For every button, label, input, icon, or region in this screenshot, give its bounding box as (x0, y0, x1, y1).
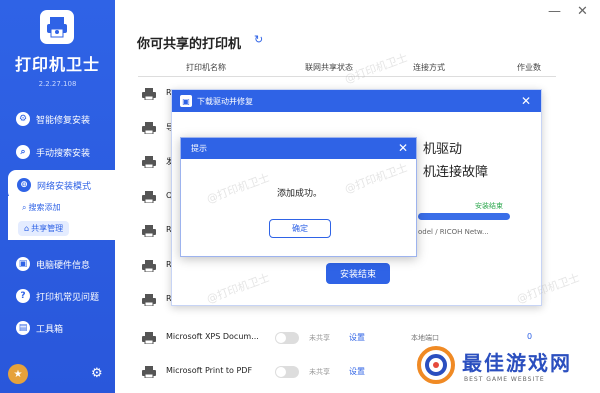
subnav-label: 搜索添加 (28, 203, 61, 212)
close-icon[interactable]: ✕ (521, 94, 531, 108)
printer-icon (142, 366, 156, 378)
printer-icon (142, 332, 156, 344)
nav-manual-search[interactable]: ⌕ 手动搜索安装 (0, 137, 115, 167)
printer-icon (142, 191, 156, 203)
printer-icon (142, 225, 156, 237)
install-finish-button[interactable]: 安装结束 (326, 263, 390, 284)
dialog-title: 下载驱动并修复 (197, 96, 253, 106)
printer-logo-icon (47, 17, 67, 38)
printer-icon (142, 88, 156, 100)
close-window-icon[interactable]: ✕ (577, 4, 588, 19)
settings-gear-icon[interactable]: ⚙ (91, 366, 103, 381)
connection-line: 机连接故障 (423, 165, 489, 180)
printer-model: odel / RICOH Netw... (418, 228, 489, 236)
printer-icon (142, 260, 156, 272)
brand-name: 最佳游戏网 (462, 351, 572, 375)
nav-label: 打印机常见问题 (36, 292, 100, 303)
job-count: 0 (527, 332, 533, 341)
progress-bar (418, 213, 510, 220)
nav-hardware-info[interactable]: ▣ 电脑硬件信息 (0, 249, 115, 279)
col-printer-name: 打印机名称 (186, 63, 226, 72)
nav-label: 电脑硬件信息 (36, 260, 91, 271)
subnav-label: 共享管理 (31, 224, 64, 233)
toolbox-icon: ▤ (16, 321, 30, 335)
driver-line: 机驱动 (423, 142, 463, 157)
network-icon: ⊕ (17, 178, 31, 192)
share-icon: ⌂ (24, 224, 30, 233)
brand-watermark: 最佳游戏网 BEST GAME WEBSITE (416, 341, 600, 393)
settings-link[interactable]: 设置 (349, 332, 365, 343)
col-connection: 连接方式 (413, 63, 445, 72)
page-title: 你可共享的打印机 (137, 37, 242, 52)
main-panel: — ✕ 你可共享的打印机 ↻ 打印机名称 联网共享状态 连接方式 作业数 R导发… (115, 0, 600, 393)
nav-label: 网络安装模式 (37, 181, 92, 192)
sidebar: 打印机卫士 2.2.27.108 ⚙ 智能修复安装 ⌕ 手动搜索安装 ⊕ 网络安… (0, 0, 115, 393)
minimize-icon[interactable]: — (548, 4, 561, 19)
nav-faq[interactable]: ? 打印机常见问题 (0, 281, 115, 311)
share-toggle[interactable] (275, 332, 299, 344)
app-version: 2.2.27.108 (38, 80, 77, 88)
refresh-icon[interactable]: ↻ (254, 33, 263, 46)
printer-icon (142, 294, 156, 306)
dialog-header: ▣ 下载驱动并修复 (172, 90, 541, 112)
search-icon: ⌕ (22, 202, 27, 212)
share-toggle[interactable] (275, 366, 299, 378)
dialog-title: 提示 (191, 144, 207, 153)
network-subpanel: ⌕ 搜索添加 ⌂ 共享管理 (8, 196, 115, 240)
printer-name: Microsoft Print to PDF (166, 366, 253, 375)
subnav-share-manage[interactable]: ⌂ 共享管理 (18, 221, 70, 236)
share-status: 未共享 (309, 368, 330, 376)
brand-logo-icon (417, 346, 455, 384)
faq-icon: ? (16, 289, 30, 303)
nav-smart-repair[interactable]: ⚙ 智能修复安装 (0, 104, 115, 134)
search-install-icon: ⌕ (16, 145, 30, 159)
printer-name: Microsoft XPS Docum... (166, 332, 259, 341)
settings-link[interactable]: 设置 (349, 366, 365, 377)
close-icon[interactable]: ✕ (398, 141, 408, 155)
app-logo (40, 10, 74, 44)
brand-tagline: BEST GAME WEBSITE (464, 376, 545, 383)
dialog-header: 提示 (181, 138, 416, 159)
app-title: 打印机卫士 (14, 55, 100, 74)
nav-label: 智能修复安装 (36, 115, 91, 126)
repair-icon: ⚙ (16, 112, 30, 126)
col-jobs: 作业数 (517, 63, 541, 72)
share-status: 未共享 (309, 334, 330, 342)
hardware-icon: ▣ (16, 257, 30, 271)
ok-button[interactable]: 确定 (269, 219, 331, 238)
printer-icon: ▣ (180, 95, 192, 107)
printer-icon (142, 156, 156, 168)
nav-label: 手动搜索安装 (36, 148, 91, 159)
install-status: 安装结束 (475, 202, 503, 210)
avatar[interactable]: ★ (8, 364, 28, 384)
printer-icon (142, 122, 156, 134)
nav-toolbox[interactable]: ▤ 工具箱 (0, 313, 115, 343)
subnav-search-add[interactable]: ⌕ 搜索添加 (22, 202, 60, 213)
nav-label: 工具箱 (36, 324, 64, 335)
